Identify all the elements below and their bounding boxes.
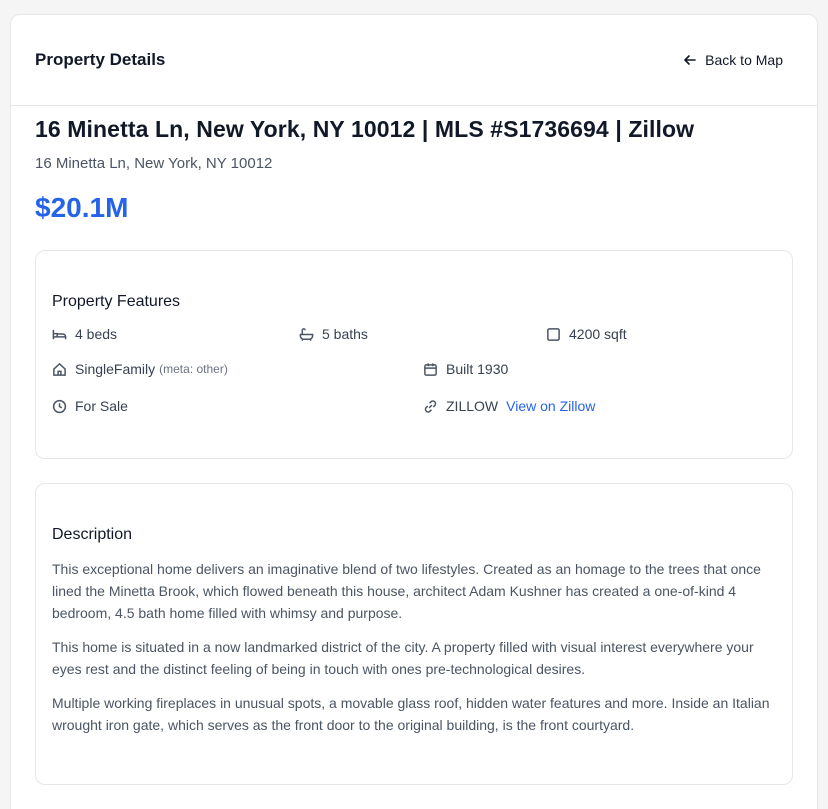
description-heading: Description xyxy=(52,526,133,543)
type-meta: (meta: other) xyxy=(159,362,228,376)
feature-built: Built 1930 xyxy=(423,361,508,377)
home-icon xyxy=(53,362,66,376)
type-value: SingleFamily xyxy=(75,361,156,377)
arrow-left-icon xyxy=(684,55,696,65)
features-heading: Property Features xyxy=(52,293,181,310)
property-details-panel: Property Details Back to Map 16 Minetta … xyxy=(10,14,818,809)
description-card: Description This exceptional home delive… xyxy=(35,483,793,785)
bath-icon xyxy=(299,327,314,341)
status-value: For Sale xyxy=(75,398,128,414)
panel-content: 16 Minetta Ln, New York, NY 10012 | MLS … xyxy=(11,116,817,785)
panel-header: Property Details Back to Map xyxy=(11,15,817,106)
view-on-zillow-link[interactable]: View on Zillow xyxy=(506,398,595,414)
property-features-card: Property Features 4 beds 5 baths 4200 sq… xyxy=(35,250,793,459)
description-paragraph-2: This home is situated in a now landmarke… xyxy=(52,639,754,677)
built-value: Built 1930 xyxy=(446,361,509,377)
square-icon xyxy=(547,327,560,341)
bed-icon xyxy=(52,329,67,339)
beds-value: 4 beds xyxy=(75,326,118,342)
feature-status: For Sale xyxy=(52,398,128,414)
back-to-map-label: Back to Map xyxy=(705,52,783,68)
listing-title: 16 Minetta Ln, New York, NY 10012 | MLS … xyxy=(35,116,695,142)
description-paragraph-1: This exceptional home delivers an imagin… xyxy=(52,561,761,621)
back-to-map-button[interactable]: Back to Map xyxy=(683,52,783,68)
feature-type: SingleFamily (meta: other) xyxy=(52,361,228,377)
description-paragraph-3: Multiple working fireplaces in unusual s… xyxy=(52,695,770,733)
feature-sqft: 4200 sqft xyxy=(546,326,627,342)
sqft-value: 4200 sqft xyxy=(569,326,627,342)
feature-source: ZILLOW View on Zillow xyxy=(423,398,595,414)
baths-value: 5 baths xyxy=(322,326,368,342)
clock-icon xyxy=(52,399,67,413)
page-title: Property Details xyxy=(35,50,166,69)
feature-baths: 5 baths xyxy=(299,326,368,342)
feature-beds: 4 beds xyxy=(52,326,117,342)
calendar-icon xyxy=(424,362,437,376)
listing-price: $20.1M xyxy=(35,192,129,223)
listing-address: 16 Minetta Ln, New York, NY 10012 xyxy=(35,155,273,172)
source-value: ZILLOW xyxy=(446,398,499,414)
link-icon xyxy=(424,399,437,413)
